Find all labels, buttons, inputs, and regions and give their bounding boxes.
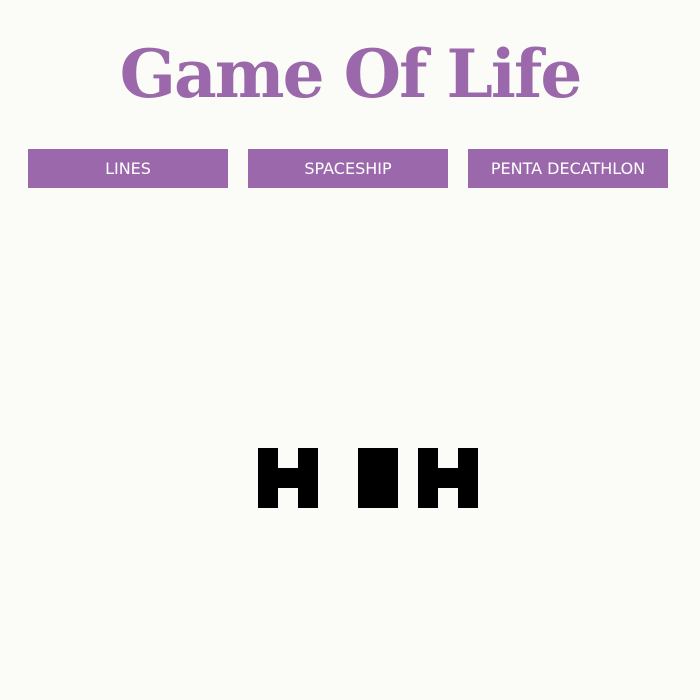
- live-cell[interactable]: [418, 488, 438, 508]
- live-cell[interactable]: [258, 468, 278, 488]
- live-cell[interactable]: [258, 448, 278, 468]
- live-cell[interactable]: [418, 448, 438, 468]
- live-cell[interactable]: [298, 488, 318, 508]
- live-cell[interactable]: [378, 488, 398, 508]
- live-cell[interactable]: [298, 448, 318, 468]
- pattern-button-bar: LINES SPACESHIP PENTA DECATHLON: [28, 149, 668, 188]
- game-board[interactable]: [0, 188, 700, 700]
- live-cell[interactable]: [458, 448, 478, 468]
- live-cell[interactable]: [358, 448, 378, 468]
- live-cell[interactable]: [458, 468, 478, 488]
- spaceship-button[interactable]: SPACESHIP: [248, 149, 448, 188]
- live-cell[interactable]: [378, 468, 398, 488]
- live-cell[interactable]: [298, 468, 318, 488]
- penta-decathlon-button[interactable]: PENTA DECATHLON: [468, 149, 668, 188]
- live-cell[interactable]: [258, 488, 278, 508]
- lines-button[interactable]: LINES: [28, 149, 228, 188]
- live-cell[interactable]: [438, 468, 458, 488]
- live-cell[interactable]: [458, 488, 478, 508]
- live-cell[interactable]: [358, 488, 378, 508]
- live-cell[interactable]: [278, 468, 298, 488]
- page-title: Game Of Life: [119, 35, 583, 113]
- game-of-life-app: Game Of Life LINES SPACESHIP PENTA DECAT…: [0, 0, 700, 700]
- live-cell[interactable]: [378, 448, 398, 468]
- live-cell[interactable]: [358, 468, 378, 488]
- live-cell[interactable]: [418, 468, 438, 488]
